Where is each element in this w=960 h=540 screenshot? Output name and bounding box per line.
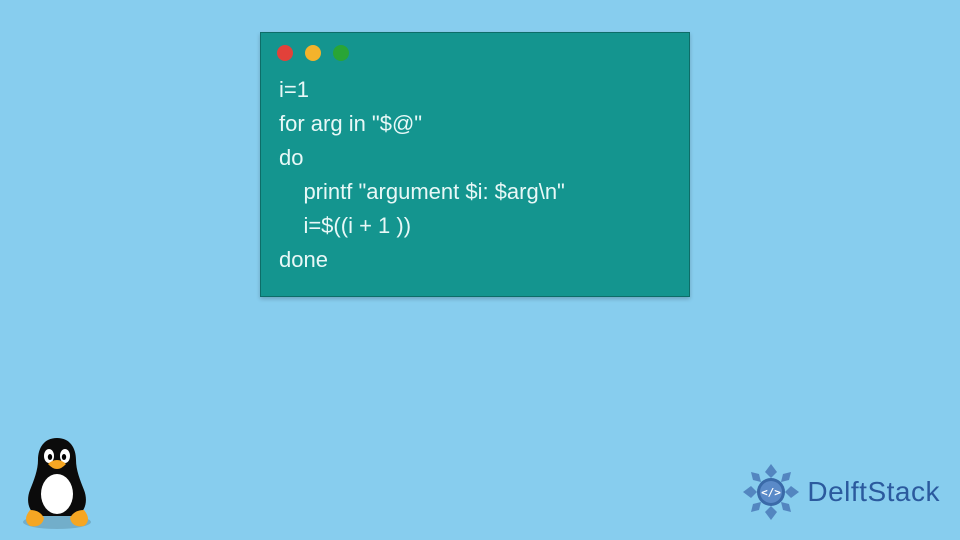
minimize-icon — [305, 45, 321, 61]
brand: </> DelftStack — [741, 462, 940, 522]
tux-svg — [12, 430, 102, 530]
tux-icon — [12, 430, 102, 530]
svg-text:</>: </> — [761, 486, 781, 499]
window-titlebar — [261, 33, 689, 69]
brand-name: DelftStack — [807, 476, 940, 508]
code-body: i=1 for arg in "$@" do printf "argument … — [261, 69, 689, 296]
close-icon — [277, 45, 293, 61]
code-window: i=1 for arg in "$@" do printf "argument … — [260, 32, 690, 297]
maximize-icon — [333, 45, 349, 61]
brand-logo-icon: </> — [741, 462, 801, 522]
